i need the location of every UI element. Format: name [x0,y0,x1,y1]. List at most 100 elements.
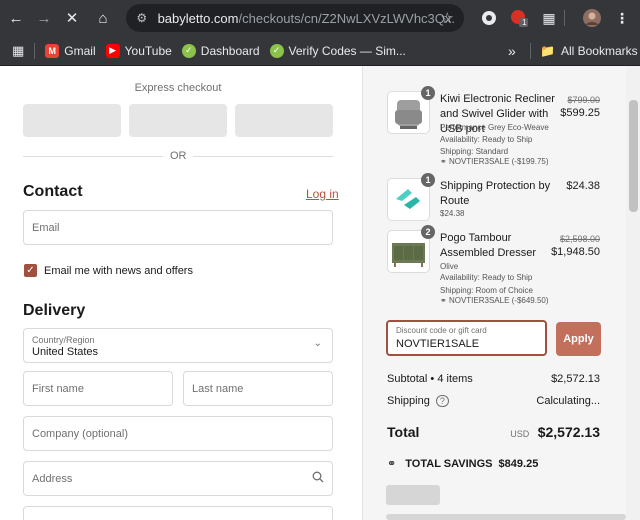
express-pay-button-1[interactable] [23,104,121,137]
country-label: Country/Region [32,335,95,345]
profile-avatar-icon[interactable] [580,6,604,30]
newsletter-checkbox[interactable]: ✓ [24,264,37,277]
total-savings: ⚭ TOTAL SAVINGS $849.25 [387,457,538,470]
bookmark-youtube[interactable]: ▶ YouTube [105,43,172,58]
all-bookmarks[interactable]: 📁 All Bookmarks [540,44,638,58]
bookmark-label: Verify Codes — Sim... [288,43,406,58]
bookmark-star-icon[interactable]: ☆ [441,9,454,27]
address-field[interactable]: Address [23,461,333,496]
tag-icon: ⚭ [440,157,447,166]
tag-icon: ⚭ [440,296,447,305]
gmail-icon: M [45,43,60,58]
apartment-field-partial[interactable] [23,506,333,520]
item-original-price: $2,598.00 [559,234,600,244]
forward-arrow-icon[interactable]: → [30,4,58,32]
shipping-value: Calculating... [536,395,600,407]
info-icon[interactable]: ? [435,395,449,407]
browser-menu-icon[interactable]: ⋮ [610,6,634,30]
bookmark-label: Dashboard [200,43,260,58]
all-bookmarks-label: All Bookmarks [560,44,638,58]
dashboard-icon: ✓ [181,43,196,58]
extensions-puzzle-icon[interactable]: ▦ [537,6,561,30]
extension-badge-count: 1 [522,18,527,27]
site-settings-icon[interactable]: ⚙ [134,10,150,26]
item-discount: ⚭ NOVTIER3SALE (-$199.75) [440,157,549,166]
extension-badge-icon[interactable]: 1 [507,6,531,30]
item-meta-price: $24.38 [440,209,465,218]
delivery-heading: Delivery [23,302,86,319]
placeholder-skeleton [386,485,440,505]
checkout-page: Express checkout OR Contact Log in Email… [0,66,640,520]
login-link[interactable]: Log in [306,187,339,201]
folder-icon: 📁 [540,44,555,58]
express-pay-button-3[interactable] [235,104,333,137]
extension-icon[interactable] [477,6,501,30]
item-thumbnail: 2 [387,225,435,273]
bookmark-gmail[interactable]: M Gmail [45,43,96,58]
contact-heading: Contact [23,183,83,200]
apply-button[interactable]: Apply [556,322,601,356]
order-summary: 1 Kiwi Electronic Recliner and Swivel Gl… [362,66,640,520]
url-path: /checkouts/cn/Z2NwLXVzLWVhc3Qx... [238,10,457,26]
express-pay-button-2[interactable] [129,104,227,137]
item-thumbnail: 1 [387,86,435,134]
email-placeholder: Email [32,222,60,234]
company-field[interactable]: Company (optional) [23,416,333,451]
apps-grid-icon[interactable]: ▦ [12,43,24,59]
quantity-badge: 1 [421,173,435,187]
shipping-label-text: Shipping [387,395,430,407]
savings-value: $849.25 [498,458,539,470]
or-divider-text: OR [170,150,187,162]
item-price: $24.38 [566,180,600,192]
email-field[interactable]: Email [23,210,333,245]
company-placeholder: Company (optional) [32,428,128,440]
first-name-placeholder: First name [32,383,84,395]
more-bookmarks-chevron[interactable]: » [508,43,516,59]
item-availability: Availability: Ready to Ship [440,135,533,144]
item-price: $1,948.50 [551,246,600,258]
item-variant: Olive [440,262,459,271]
tag-icon: ⚭ [387,458,397,470]
item-thumbnail: 1 [387,173,435,221]
url-domain: babyletto.com [157,10,239,26]
stop-loading-icon[interactable]: ✕ [58,4,86,32]
search-icon [312,470,324,488]
country-select[interactable]: Country/Region United States ⌄ [23,328,333,363]
divider-right [193,156,333,157]
bookmark-label: YouTube [124,43,172,58]
first-name-field[interactable]: First name [23,371,173,406]
divider-left [23,156,163,157]
item-discount-code: NOVTIER3SALE (-$199.75) [448,157,549,166]
page-scrollbar-thumb[interactable] [629,100,638,212]
quantity-badge: 2 [421,225,435,239]
browser-toolbar: ← → ✕ ⌂ ⚙ babyletto.com /checkouts/cn/Z2… [0,0,640,36]
sidebar-divider [562,6,566,30]
item-discount: ⚭ NOVTIER3SALE (-$649.50) [440,296,549,305]
back-arrow-icon[interactable]: ← [2,4,30,32]
total-label: Total [387,424,420,440]
bookmark-dashboard[interactable]: ✓ Dashboard [181,43,260,58]
discount-code-input[interactable]: Discount code or gift card NOVTIER1SALE [386,320,547,356]
savings-label: TOTAL SAVINGS [405,458,493,470]
bookmark-label: Gmail [64,43,96,58]
youtube-icon: ▶ [105,43,120,58]
checkout-form: Express checkout OR Contact Log in Email… [0,66,362,520]
discount-label: Discount code or gift card [396,326,487,335]
newsletter-label: Email me with news and offers [44,265,193,277]
item-name: Shipping Protection by Route [440,180,551,207]
address-bar[interactable]: ⚙ babyletto.com /checkouts/cn/Z2NwLXVzLW… [126,4,464,32]
total-amount: USD $2,572.13 [510,424,600,442]
item-shipping: Shipping: Room of Choice [440,286,533,295]
item-variant: Performance Grey Eco-Weave [440,123,549,132]
last-name-field[interactable]: Last name [183,371,333,406]
total-currency: USD [510,429,530,439]
discount-value: NOVTIER1SALE [396,338,480,350]
subtotal-label: Subtotal • 4 items [387,373,473,385]
home-icon[interactable]: ⌂ [89,4,117,32]
bookmark-verify-codes[interactable]: ✓ Verify Codes — Sim... [269,43,406,58]
chevron-down-icon: ⌄ [313,338,322,349]
item-name: Pogo Tambour Assembled Dresser [440,232,536,259]
item-original-price: $799.00 [567,95,600,105]
address-placeholder: Address [32,473,73,485]
shipping-label: Shipping ? [387,395,449,407]
